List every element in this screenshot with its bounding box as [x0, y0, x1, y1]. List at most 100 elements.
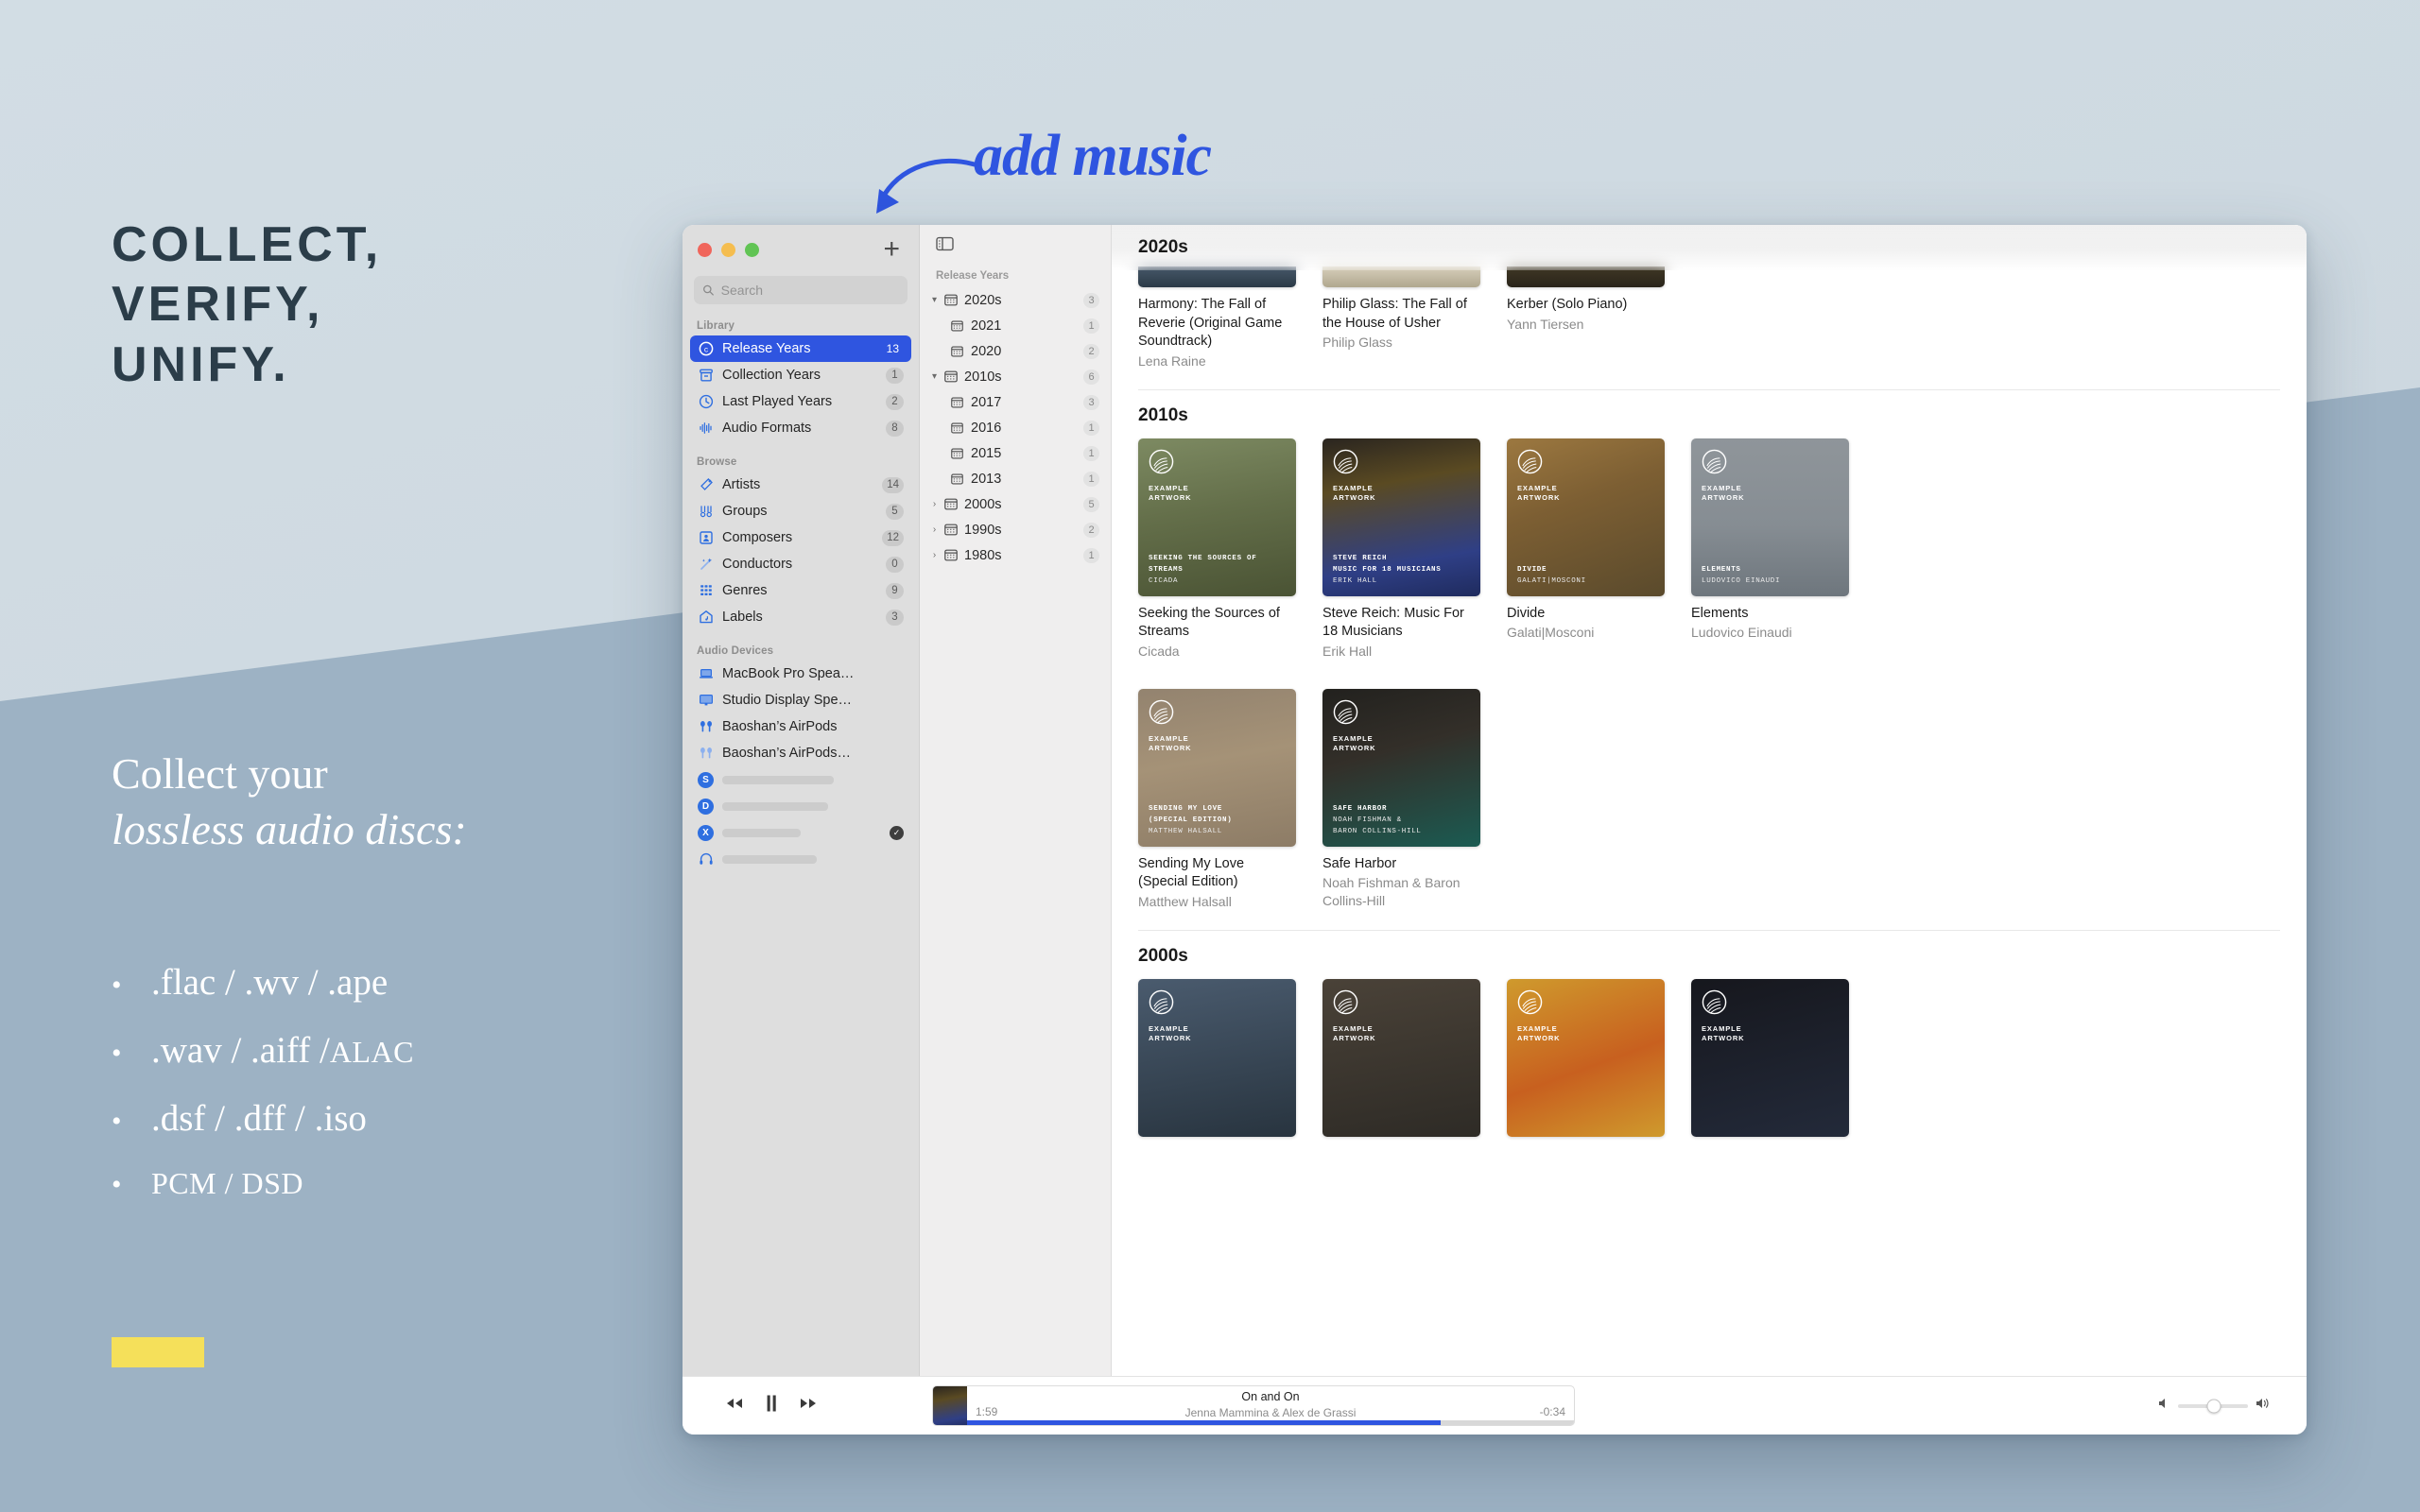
format-label: .wav / .aiff / [151, 1030, 330, 1071]
search-input[interactable] [720, 283, 899, 298]
close-button[interactable] [698, 242, 712, 257]
sidebar-item-genres[interactable]: Genres 9 [690, 577, 911, 604]
sidebar-device-studio-display-speakers[interactable]: Studio Display Spe… [690, 687, 911, 713]
sidebar-device-airpods[interactable]: Baoshan’s AirPods [690, 713, 911, 740]
chevron-down-icon[interactable]: ▾ [926, 295, 942, 305]
search-box[interactable] [694, 276, 908, 304]
tree-row-2010s[interactable]: ▾ 2010s 6 [920, 364, 1111, 389]
headline-line-1: COLLECT, [112, 217, 383, 272]
album-artwork[interactable]: EXAMPLE ARTWORK SENDING MY LOVE (SPECIAL … [1138, 688, 1296, 847]
tree-row-1990s[interactable]: › 1990s 2 [920, 517, 1111, 542]
sidebar-item-last-played-years[interactable]: Last Played Years 2 [690, 388, 911, 415]
album-meta: Kerber (Solo Piano) Yann Tiersen [1507, 287, 1665, 333]
bullet-icon: • [112, 1106, 122, 1137]
album-card[interactable]: Philip Glass: The Fall of the House of U… [1322, 266, 1480, 370]
sidebar-device-placeholder[interactable] [690, 846, 911, 872]
sidebar-item-labels[interactable]: Labels 3 [690, 604, 911, 630]
album-artwork[interactable]: EXAMPLE ARTWORK SAFE HARBOR NOAH FISHMAN … [1322, 688, 1480, 847]
progress-bar-fill [967, 1420, 1441, 1425]
album-card[interactable]: Harmony: The Fall of Reverie (Original G… [1138, 266, 1296, 370]
chevron-down-icon[interactable]: ▾ [926, 371, 942, 382]
sidebar-device-airpods-pro[interactable]: Baoshan’s AirPods… [690, 740, 911, 766]
zoom-button[interactable] [745, 242, 759, 257]
tree-row-2016[interactable]: 2016 1 [920, 415, 1111, 440]
curved-arrow-icon [876, 158, 977, 214]
tree-row-2021[interactable]: 2021 1 [920, 313, 1111, 338]
album-artwork[interactable]: EXAMPLE ARTWORK [1322, 978, 1480, 1137]
sidebar-item-label: Groups [722, 504, 768, 519]
album-card[interactable]: EXAMPLE ARTWORK [1507, 978, 1665, 1137]
tree-row-1980s[interactable]: › 1980s 1 [920, 542, 1111, 568]
album-artwork[interactable]: EXAMPLE ARTWORK [1138, 978, 1296, 1137]
sidebar-item-release-years[interactable]: c Release Years 13 [690, 335, 911, 362]
album-card[interactable]: EXAMPLE ARTWORK SAFE HARBOR NOAH FISHMAN … [1322, 688, 1480, 911]
chevron-right-icon[interactable]: › [926, 499, 942, 509]
tree-row-count: 2 [1083, 343, 1099, 359]
sidebar-device-placeholder-selected[interactable]: X ✓ [690, 819, 911, 846]
speaker-low-icon[interactable] [2157, 1397, 2171, 1415]
wave-logo-icon [1333, 699, 1358, 724]
transport-controls [703, 1394, 819, 1418]
sidebar-item-groups[interactable]: Groups 5 [690, 498, 911, 524]
tree-row-count: 1 [1083, 471, 1099, 487]
checkmark-icon: ✓ [890, 825, 904, 840]
artwork-overlay: EXAMPLE ARTWORK [1517, 449, 1560, 505]
album-card[interactable]: EXAMPLE ARTWORK [1138, 978, 1296, 1137]
sidebar-item-conductors[interactable]: Conductors 0 [690, 551, 911, 577]
album-card[interactable]: Kerber (Solo Piano) Yann Tiersen [1507, 266, 1665, 370]
remaining-time: -0:34 [1539, 1405, 1565, 1418]
album-card[interactable]: EXAMPLE ARTWORK SENDING MY LOVE (SPECIAL … [1138, 688, 1296, 911]
fast-forward-icon[interactable] [798, 1396, 819, 1416]
tree-row-2020[interactable]: 2020 2 [920, 338, 1111, 364]
progress-bar[interactable] [967, 1420, 1574, 1425]
display-icon [698, 693, 714, 709]
minimize-button[interactable] [721, 242, 735, 257]
album-card[interactable]: EXAMPLE ARTWORK [1322, 978, 1480, 1137]
sidebar-item-composers[interactable]: Composers 12 [690, 524, 911, 551]
album-card[interactable]: EXAMPLE ARTWORK DIVIDE GALATI|MOSCONI Div… [1507, 438, 1665, 661]
album-artist: Matthew Halsall [1138, 893, 1232, 909]
tree-row-2013[interactable]: 2013 1 [920, 466, 1111, 491]
album-artwork[interactable]: EXAMPLE ARTWORK [1691, 978, 1849, 1137]
tree-row-2015[interactable]: 2015 1 [920, 440, 1111, 466]
album-card[interactable]: EXAMPLE ARTWORK STEVE REICH MUSIC FOR 18 … [1322, 438, 1480, 661]
chevron-right-icon[interactable]: › [926, 524, 942, 535]
artwork-overlay-text: EXAMPLE ARTWORK [1149, 1023, 1192, 1043]
album-artwork[interactable]: EXAMPLE ARTWORK [1507, 978, 1665, 1137]
album-card[interactable]: EXAMPLE ARTWORK SEEKING THE SOURCES OF ST… [1138, 438, 1296, 661]
format-label: .dsf / .dff / .iso [151, 1098, 367, 1139]
sidebar-item-artists[interactable]: Artists 14 [690, 472, 911, 498]
calendar-icon [949, 397, 965, 408]
sidebar-item-count: 2 [886, 393, 904, 410]
sidebar-toggle-icon[interactable] [936, 236, 954, 256]
rewind-icon[interactable] [724, 1396, 745, 1416]
search-container [683, 274, 919, 314]
now-playing-panel[interactable]: On and On Jenna Mammina & Alex de Grassi… [932, 1385, 1575, 1426]
album-artwork[interactable]: EXAMPLE ARTWORK DIVIDE GALATI|MOSCONI [1507, 438, 1665, 596]
album-artwork[interactable]: EXAMPLE ARTWORK STEVE REICH MUSIC FOR 18 … [1322, 438, 1480, 596]
archive-box-icon [698, 368, 714, 384]
sidebar-device-macbook-pro-speakers[interactable]: MacBook Pro Spea… [690, 661, 911, 687]
add-music-button[interactable]: + [883, 235, 900, 264]
search-icon [703, 284, 714, 296]
chevron-right-icon[interactable]: › [926, 550, 942, 560]
pause-icon[interactable] [764, 1394, 779, 1418]
sidebar-item-audio-formats[interactable]: Audio Formats 8 [690, 415, 911, 441]
album-card[interactable]: EXAMPLE ARTWORK ELEMENTS LUDOVICO EINAUDI… [1691, 438, 1849, 661]
tree-row-count: 1 [1083, 318, 1099, 334]
content-area[interactable]: 2020s Harmony: The Fall of Reverie (Orig… [1112, 225, 2307, 1376]
tree-row-2000s[interactable]: › 2000s 5 [920, 491, 1111, 517]
tree-row-2017[interactable]: 2017 3 [920, 389, 1111, 415]
album-artwork[interactable]: EXAMPLE ARTWORK SEEKING THE SOURCES OF ST… [1138, 438, 1296, 596]
tree-row-2020s[interactable]: ▾ 2020s 3 [920, 287, 1111, 313]
sidebar-device-placeholder[interactable]: S [690, 766, 911, 793]
album-card[interactable]: EXAMPLE ARTWORK [1691, 978, 1849, 1137]
sidebar-item-collection-years[interactable]: Collection Years 1 [690, 362, 911, 388]
album-artwork[interactable]: EXAMPLE ARTWORK ELEMENTS LUDOVICO EINAUDI [1691, 438, 1849, 596]
album-scroll-region[interactable]: Harmony: The Fall of Reverie (Original G… [1112, 225, 2307, 1137]
sidebar-device-placeholder[interactable]: D [690, 793, 911, 819]
speaker-high-icon[interactable] [2255, 1397, 2273, 1415]
album-artist: Lena Raine [1138, 352, 1206, 369]
volume-slider-knob[interactable] [2206, 1399, 2221, 1413]
volume-slider[interactable] [2178, 1399, 2248, 1413]
